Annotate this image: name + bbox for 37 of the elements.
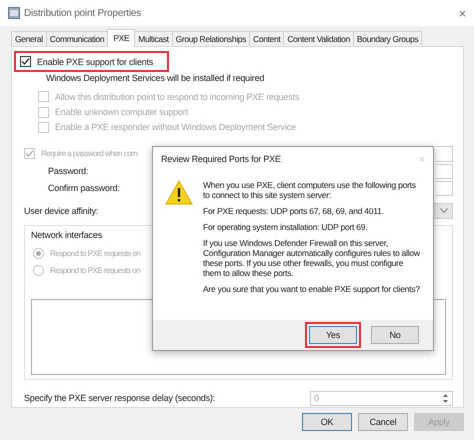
affinity-label: User device affinity: [24, 206, 100, 216]
checkbox-label: Require a password when com [41, 149, 138, 158]
dialog-title: Review Required Ports for PXE [161, 154, 281, 166]
dialog-text: Are you sure that you want to enable PXE support for clients? [203, 284, 421, 294]
tab[interactable]: Boundary Groups [352, 31, 422, 46]
delay-label: Specify the PXE server response delay (seconds): [24, 393, 216, 404]
dialog-button[interactable]: OK [302, 413, 352, 431]
tab[interactable]: PXE [107, 29, 136, 47]
dialog-button[interactable]: Cancel [358, 413, 408, 431]
confirm-password-label: Confirm password: [47, 183, 121, 194]
dialog-text: When you use PXE, client computers use the following ports to connect to this site system server: [203, 180, 417, 200]
radio-label: Respond to PXE requests on [50, 266, 140, 276]
app-icon [8, 7, 20, 19]
tab[interactable]: General [11, 31, 47, 46]
password-label: Password: [47, 166, 90, 176]
checkbox-label: Enable unknown computer support [55, 107, 188, 118]
note-text: Windows Deployment Services will be installed if required [46, 73, 266, 83]
radio-label: Respond to PXE requests on [50, 249, 140, 258]
spin-arrows-icon [442, 392, 449, 404]
text-field[interactable] [436, 146, 453, 162]
dialog-text: For PXE requests: UDP ports 67, 68, 69, and 4011. [203, 206, 385, 216]
dialog-button[interactable]: Yes [309, 326, 357, 344]
checkbox-label: Enable PXE support for clients [37, 56, 154, 66]
caret-icon [440, 208, 448, 214]
dialog-button[interactable]: No [371, 326, 419, 344]
checkbox[interactable] [20, 56, 31, 67]
dialog-text: If you use Windows Defender Firewall on this server, Configuration Manager automatically configures rules to allow these ports. If you use other firewalls, you must configure them to allow these ports. [203, 238, 421, 278]
window-title: Distribution point Properties [24, 8, 142, 18]
checkbox-label: Allow this distribution point to respond to incoming PXE requests [55, 92, 300, 102]
close-button[interactable]: × [458, 6, 466, 20]
group-title: Network interfaces [31, 230, 103, 240]
password-field[interactable] [436, 164, 453, 179]
tab[interactable]: Group Relationships [172, 31, 250, 46]
warning-icon [165, 180, 193, 205]
confirm-password-field[interactable] [436, 180, 453, 196]
checkbox-label: Enable a PXE responder without Windows Deployment Service [55, 122, 296, 132]
dialog-text: For operating system installation: UDP port 69. [203, 222, 368, 232]
